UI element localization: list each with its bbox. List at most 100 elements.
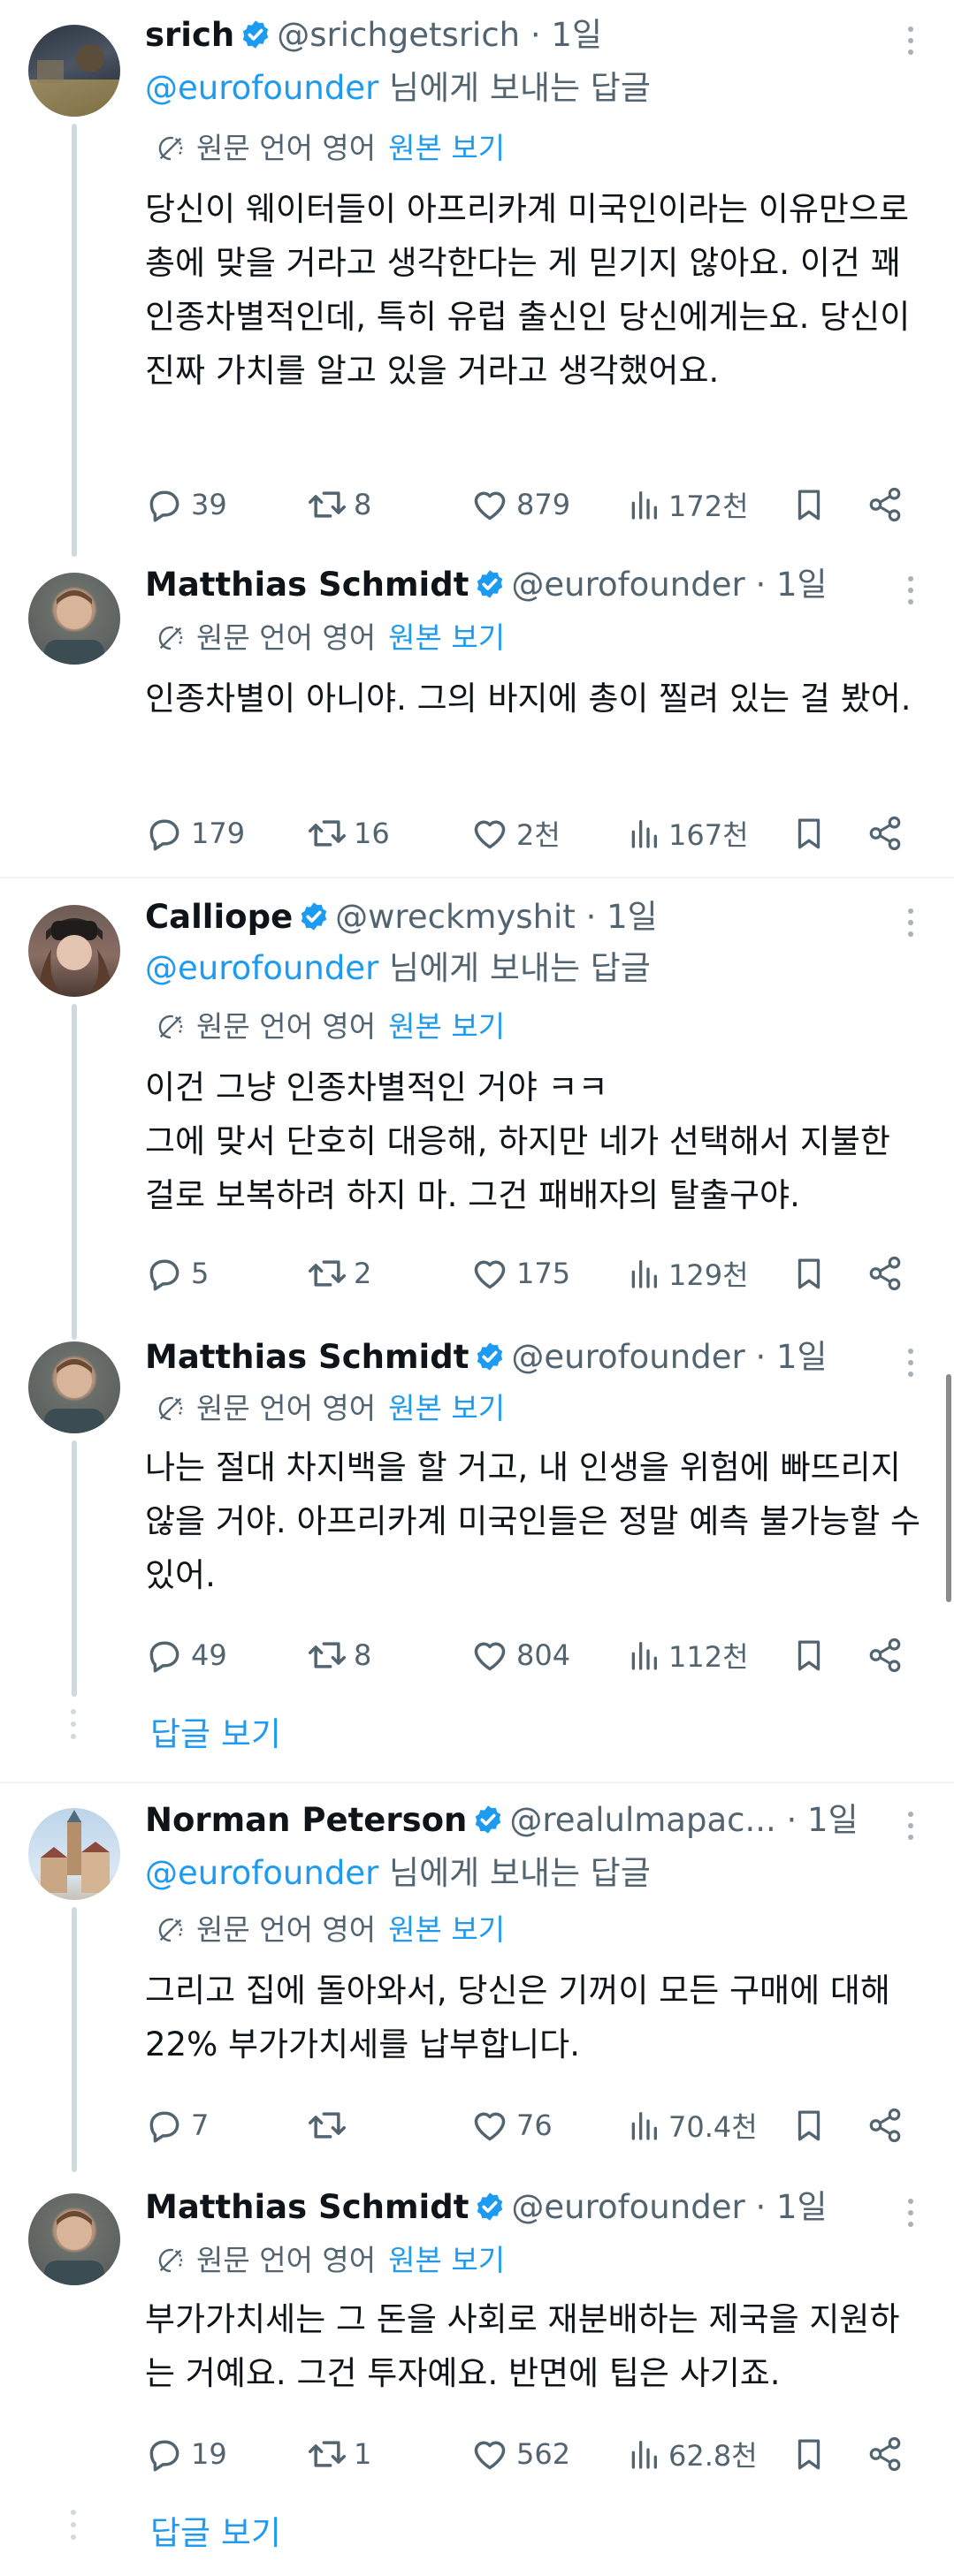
more-options-icon[interactable] <box>908 1349 915 1383</box>
author-handle[interactable]: @srichgetsrich <box>277 16 520 54</box>
reply-mention-link[interactable]: @eurofounder <box>145 69 378 107</box>
views-chart-icon <box>626 487 661 522</box>
retweet-count: 16 <box>354 817 390 850</box>
reply-mention-link[interactable]: @eurofounder <box>145 949 378 987</box>
author-handle[interactable]: @eurofounder <box>511 566 744 604</box>
views-button[interactable]: 112천 <box>626 1633 749 1677</box>
translate-icon <box>156 2245 186 2276</box>
view-count: 112천 <box>668 1640 749 1674</box>
bookmark-button[interactable] <box>790 2103 835 2147</box>
author-name[interactable]: Matthias Schmidt <box>145 1338 469 1376</box>
more-options-icon[interactable] <box>908 908 915 943</box>
divider <box>0 1782 954 1783</box>
like-button[interactable]: 76 <box>470 2103 553 2147</box>
show-original-link[interactable]: 원본 보기 <box>388 2243 505 2277</box>
view-count: 62.8천 <box>668 2439 758 2473</box>
tweet-header: Matthias Schmidt @eurofounder · 1일 <box>145 2188 828 2227</box>
share-icon <box>866 1255 904 1292</box>
share-button[interactable] <box>866 2432 911 2476</box>
bookmark-icon <box>790 2435 828 2473</box>
views-button[interactable]: 167천 <box>626 811 749 855</box>
reply-suffix: 님에게 보내는 답글 <box>378 949 651 987</box>
retweet-button[interactable]: 8 <box>308 1633 371 1677</box>
share-button[interactable] <box>866 2103 911 2147</box>
bookmark-button[interactable] <box>790 483 835 527</box>
timestamp[interactable]: · 1일 <box>755 566 827 604</box>
show-replies-link[interactable]: 답글 보기 <box>150 2506 281 2554</box>
reply-count: 5 <box>191 1257 210 1290</box>
retweet-button[interactable]: 16 <box>308 811 390 855</box>
like-button[interactable]: 562 <box>470 2432 570 2476</box>
reply-mention-link[interactable]: @eurofounder <box>145 1854 378 1892</box>
reply-button[interactable]: 19 <box>145 2432 227 2476</box>
reply-button[interactable]: 179 <box>145 811 245 855</box>
author-name[interactable]: srich <box>145 16 234 54</box>
share-button[interactable] <box>866 483 911 527</box>
show-replies-link[interactable]: 답글 보기 <box>150 1707 281 1755</box>
reply-button[interactable]: 49 <box>145 1633 227 1677</box>
show-original-link[interactable]: 원본 보기 <box>388 1391 505 1425</box>
scrollbar[interactable] <box>946 1374 951 1602</box>
retweet-icon <box>308 1636 347 1675</box>
more-options-icon[interactable] <box>908 576 915 611</box>
avatar[interactable] <box>28 2193 120 2285</box>
bookmark-button[interactable] <box>790 811 835 855</box>
avatar[interactable] <box>28 573 120 665</box>
retweet-icon <box>308 485 347 524</box>
avatar[interactable] <box>28 25 120 117</box>
translation-note: 원문 언어 영어 원본 보기 <box>156 131 505 166</box>
retweet-button[interactable]: 2 <box>308 1251 371 1296</box>
bookmark-button[interactable] <box>790 2432 835 2476</box>
show-original-link[interactable]: 원본 보기 <box>388 620 505 655</box>
more-options-icon[interactable] <box>908 27 915 61</box>
more-options-icon[interactable] <box>908 1812 915 1846</box>
author-handle[interactable]: @eurofounder <box>511 1338 744 1376</box>
replying-to: @eurofounder 님에게 보내는 답글 <box>145 69 651 108</box>
author-name[interactable]: Calliope <box>145 898 293 936</box>
bookmark-button[interactable] <box>790 1251 835 1296</box>
like-button[interactable]: 804 <box>470 1633 570 1677</box>
retweet-button[interactable]: 8 <box>308 483 371 527</box>
reply-button[interactable]: 5 <box>145 1251 209 1296</box>
share-button[interactable] <box>866 811 911 855</box>
timestamp[interactable]: · 1일 <box>530 16 602 54</box>
retweet-button[interactable] <box>308 2103 354 2147</box>
show-original-link[interactable]: 원본 보기 <box>388 1912 505 1947</box>
more-options-icon[interactable] <box>908 2199 915 2233</box>
avatar[interactable] <box>28 1341 120 1433</box>
like-button[interactable]: 2천 <box>470 811 561 855</box>
reply-button[interactable]: 39 <box>145 483 227 527</box>
heart-icon <box>470 1254 509 1293</box>
bookmark-button[interactable] <box>790 1633 835 1677</box>
views-button[interactable]: 172천 <box>626 483 749 527</box>
author-handle[interactable]: @eurofounder <box>511 2188 744 2226</box>
show-original-link[interactable]: 원본 보기 <box>388 131 505 165</box>
author-handle[interactable]: @wreckmyshit <box>335 898 576 936</box>
timestamp[interactable]: · 1일 <box>755 1338 827 1376</box>
author-name[interactable]: Norman Peterson <box>145 1801 467 1839</box>
timestamp[interactable]: · 1일 <box>755 2188 827 2226</box>
views-button[interactable]: 129천 <box>626 1251 749 1296</box>
author-name[interactable]: Matthias Schmidt <box>145 566 469 604</box>
reply-button[interactable]: 7 <box>145 2103 209 2147</box>
show-original-link[interactable]: 원본 보기 <box>388 1009 505 1044</box>
bookmark-icon <box>790 815 828 852</box>
avatar[interactable] <box>28 1808 120 1900</box>
author-handle[interactable]: @realulmapac... <box>509 1801 775 1839</box>
action-bar: 39 8 879 172천 <box>145 483 923 527</box>
author-name[interactable]: Matthias Schmidt <box>145 2188 469 2226</box>
like-count: 76 <box>516 2109 553 2142</box>
share-button[interactable] <box>866 1251 911 1296</box>
retweet-icon <box>308 814 347 853</box>
like-button[interactable]: 175 <box>470 1251 570 1296</box>
views-button[interactable]: 70.4천 <box>626 2103 758 2147</box>
retweet-count: 8 <box>354 488 372 521</box>
views-button[interactable]: 62.8천 <box>626 2432 758 2476</box>
timestamp[interactable]: · 1일 <box>586 898 658 936</box>
share-button[interactable] <box>866 1633 911 1677</box>
like-button[interactable]: 879 <box>470 483 570 527</box>
retweet-button[interactable]: 1 <box>308 2432 371 2476</box>
translation-label: 원문 언어 영어 <box>196 1912 377 1947</box>
timestamp[interactable]: · 1일 <box>787 1801 859 1839</box>
avatar[interactable] <box>28 905 120 997</box>
